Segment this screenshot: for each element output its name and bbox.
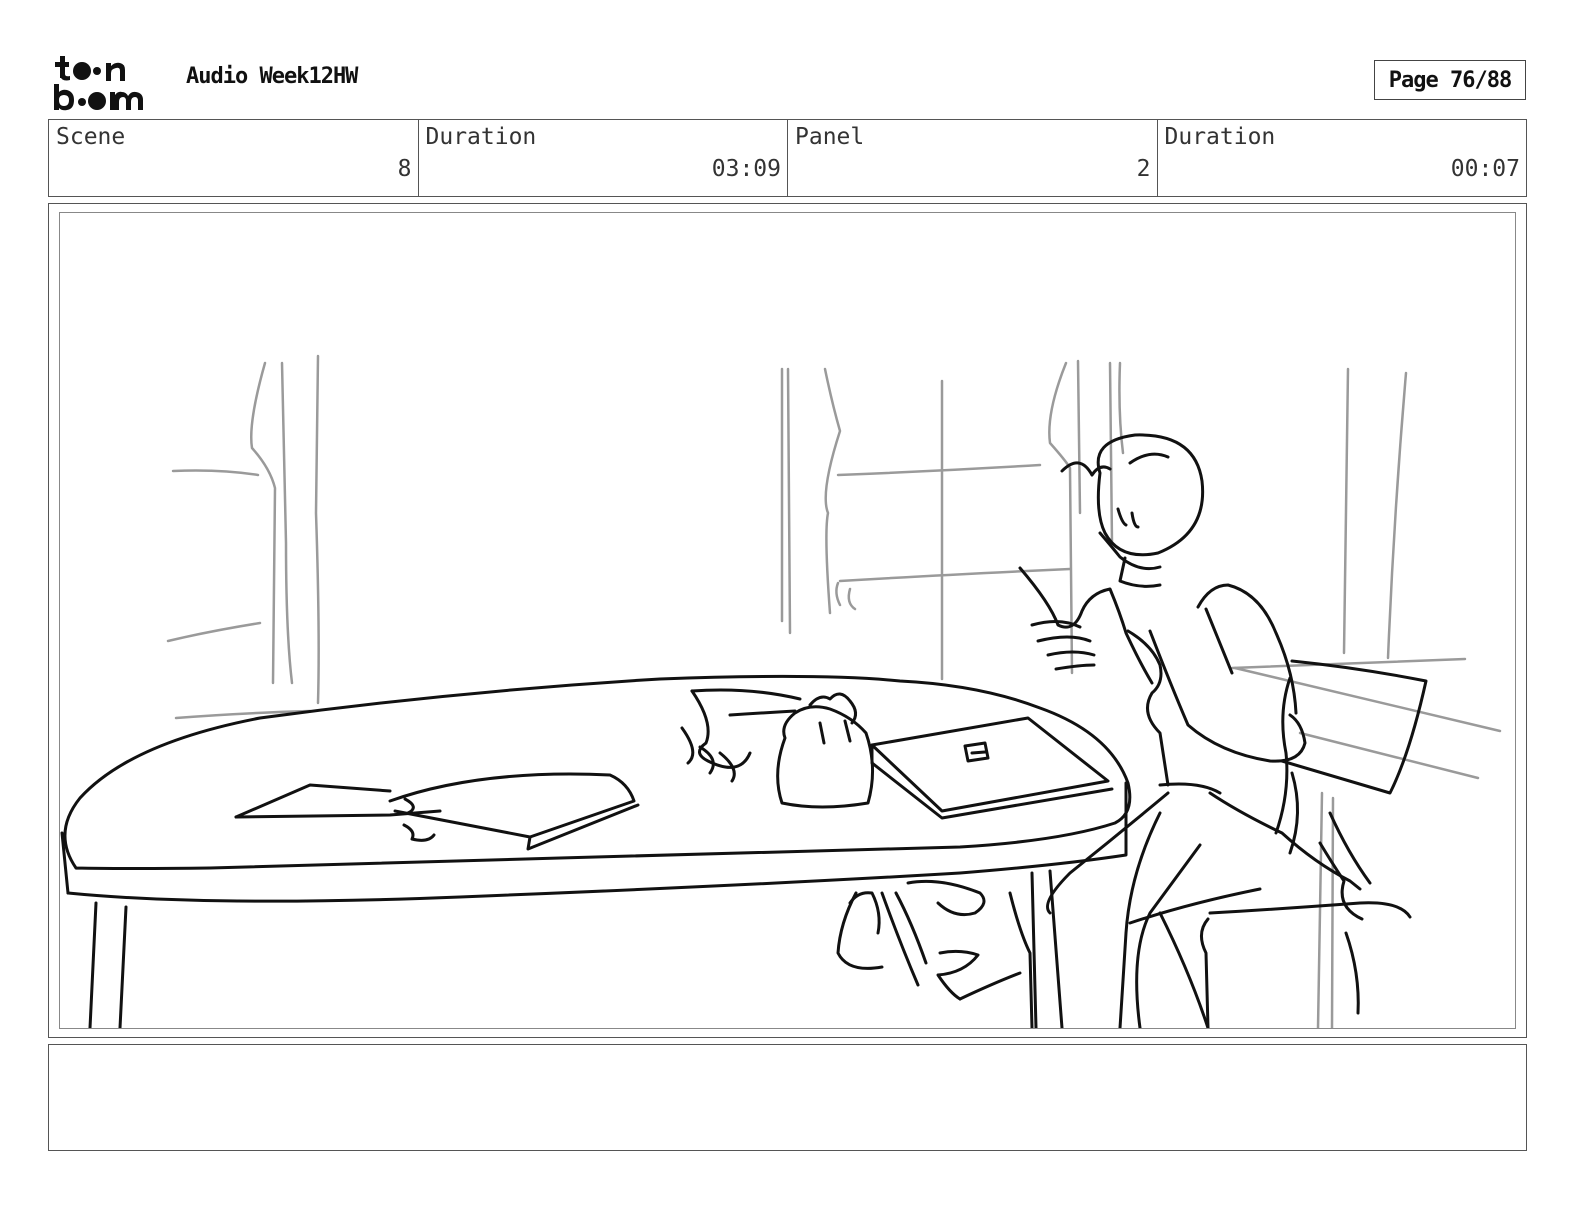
scene-duration-cell: Duration 03:09 — [419, 120, 788, 196]
panel-label: Panel — [795, 124, 865, 150]
scene-duration-value: 03:09 — [711, 156, 781, 182]
toon-boom-logo-icon — [54, 56, 143, 111]
panel-value: 2 — [1136, 156, 1151, 182]
scene-label: Scene — [56, 124, 126, 150]
panel-cell: Panel 2 — [788, 120, 1158, 196]
scene-duration-label: Duration — [425, 124, 537, 150]
foreground-sketch — [60, 433, 1428, 1028]
panel-duration-value: 00:07 — [1450, 156, 1520, 182]
panel-notes-box — [48, 1044, 1527, 1151]
project-title: Audio Week12HW — [186, 64, 358, 89]
storyboard-panel-image — [59, 212, 1516, 1029]
scene-value: 8 — [397, 156, 412, 182]
background-window-sketch — [166, 354, 1502, 1028]
panel-duration-cell: Duration 00:07 — [1158, 120, 1527, 196]
storyboard-panel-frame — [48, 203, 1527, 1038]
storyboard-sketch — [60, 354, 1502, 1028]
page-number: Page 76/88 — [1374, 60, 1526, 100]
scene-cell: Scene 8 — [49, 120, 419, 196]
toon-boom-logo — [52, 52, 164, 112]
panel-duration-label: Duration — [1164, 124, 1276, 150]
scene-info-table: Scene 8 Duration 03:09 Panel 2 Duration … — [48, 119, 1527, 197]
